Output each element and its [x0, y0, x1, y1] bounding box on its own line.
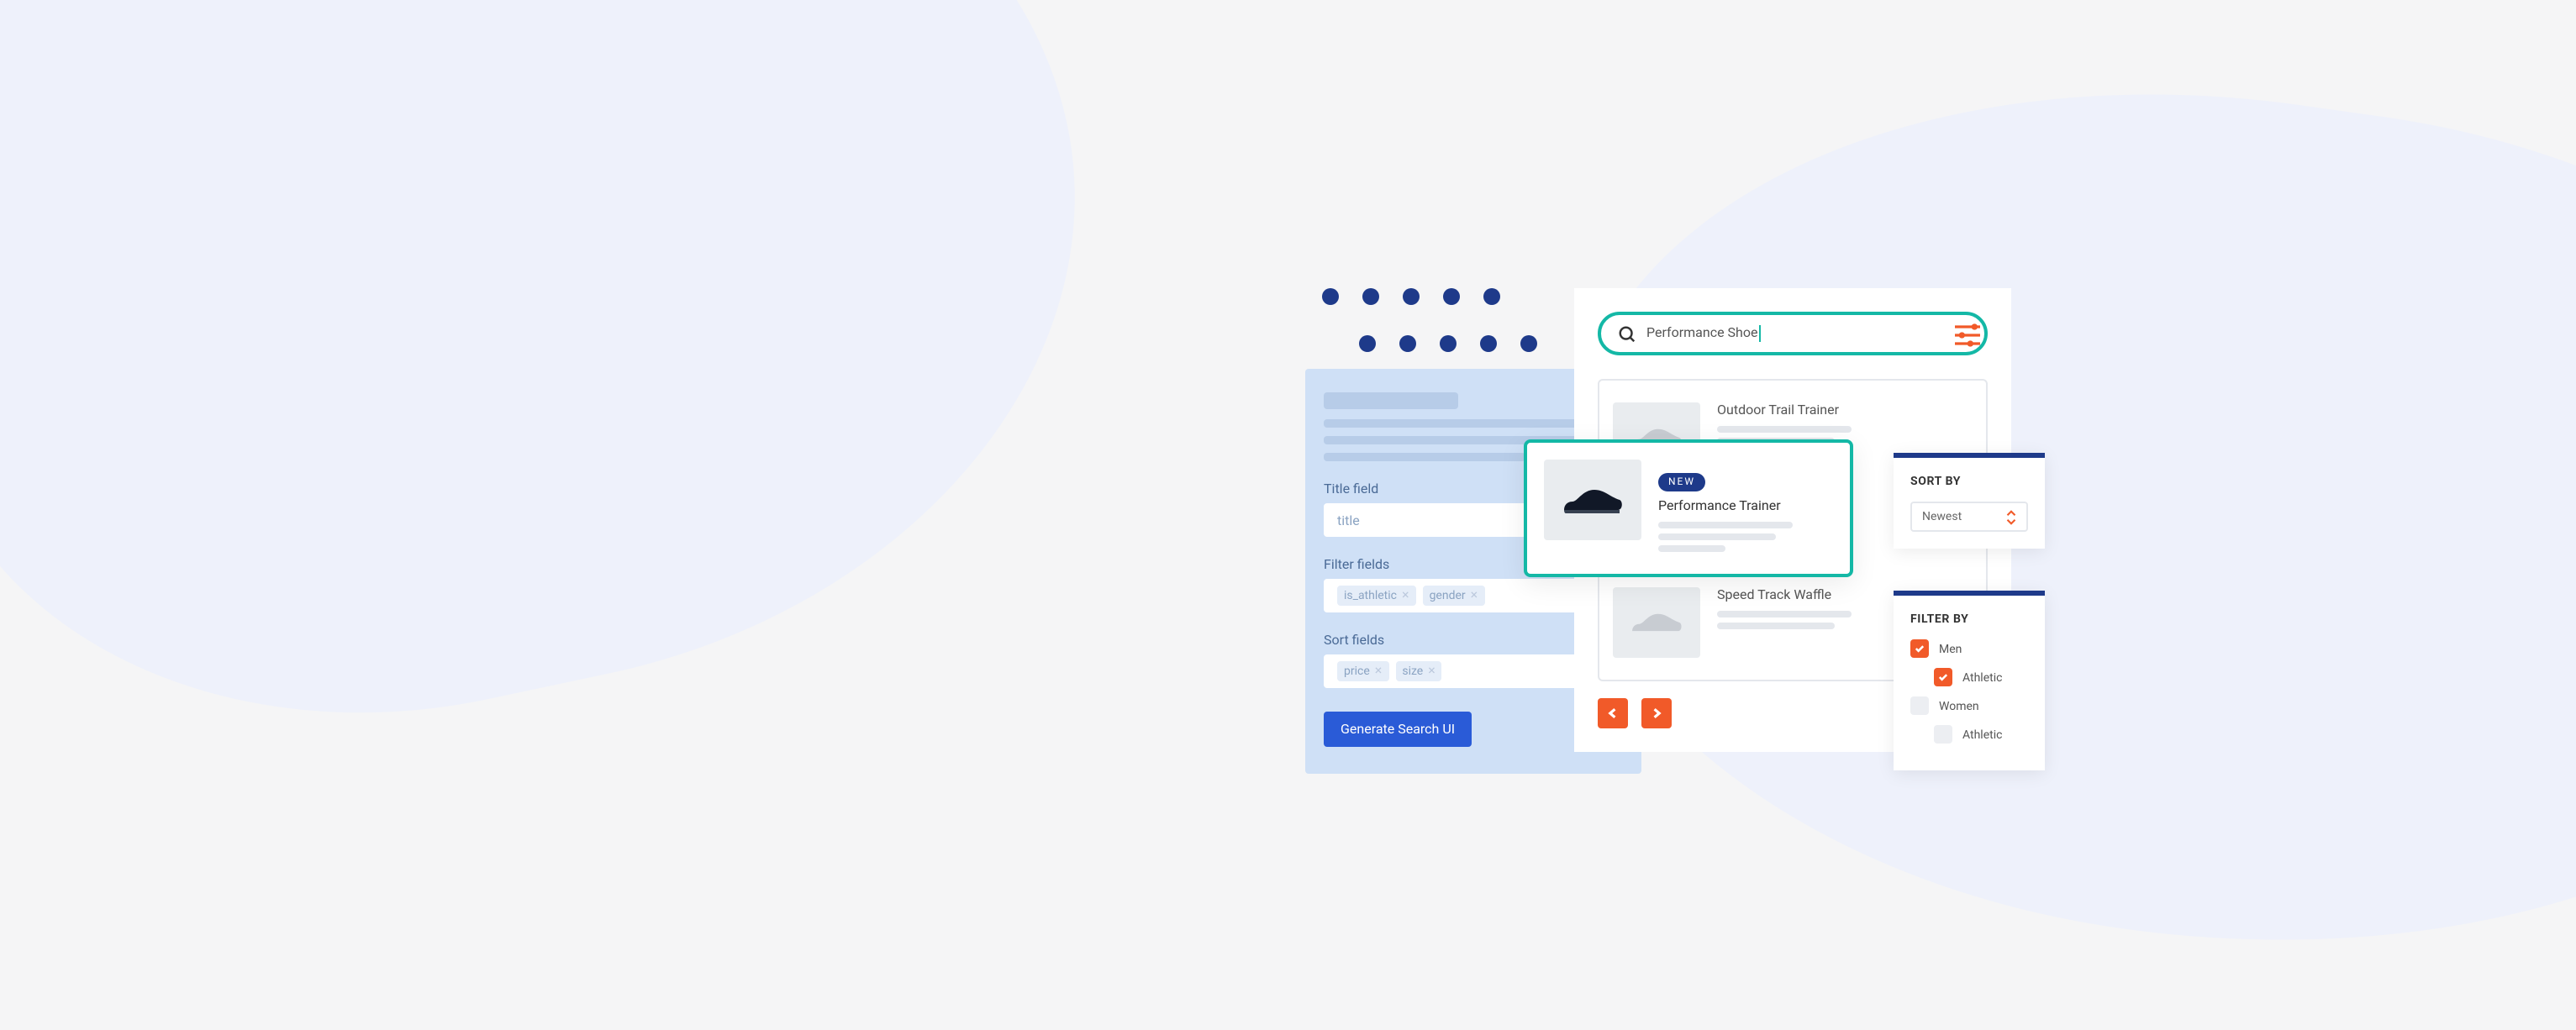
sort-select[interactable]: Newest: [1910, 502, 2028, 532]
chevron-right-icon: [1650, 707, 1663, 720]
placeholder-bar: [1658, 545, 1725, 552]
filter-label: Athletic: [1962, 728, 2002, 741]
sort-header: SORT BY: [1910, 475, 2028, 488]
decor-dots-top: [1322, 288, 1500, 305]
checkbox-unchecked[interactable]: [1910, 696, 1929, 715]
filter-option[interactable]: Athletic: [1934, 725, 2028, 744]
decor-dots-mid: [1359, 335, 1537, 352]
filter-tag[interactable]: gender×: [1422, 586, 1484, 606]
filter-panel: FILTER BY Men Athletic Women Athletic: [1894, 591, 2045, 770]
search-icon: [1618, 324, 1636, 343]
search-input[interactable]: Performance Shoe: [1598, 312, 1988, 355]
featured-result-card[interactable]: NEW Performance Trainer: [1524, 439, 1853, 577]
placeholder-bar: [1717, 426, 1852, 433]
tag-remove-icon[interactable]: ×: [1470, 589, 1478, 602]
next-page-button[interactable]: [1641, 698, 1672, 728]
checkbox-checked[interactable]: [1910, 639, 1929, 658]
filter-sliders-icon[interactable]: [1951, 318, 1984, 352]
sort-tag[interactable]: price×: [1337, 661, 1388, 681]
product-thumbnail: [1544, 460, 1641, 540]
checkbox-unchecked[interactable]: [1934, 725, 1952, 744]
sort-tag[interactable]: size×: [1395, 661, 1441, 681]
result-title: Performance Trainer: [1658, 498, 1833, 513]
tag-remove-icon[interactable]: ×: [1428, 665, 1436, 678]
filter-option[interactable]: Athletic: [1934, 668, 2028, 686]
placeholder-bar: [1658, 522, 1793, 528]
sort-selected-value: Newest: [1922, 510, 1962, 523]
placeholder-bar: [1324, 392, 1458, 409]
filter-header: FILTER BY: [1910, 612, 2028, 626]
product-thumbnail: [1613, 587, 1700, 658]
shoe-icon: [1628, 604, 1685, 641]
sort-stepper-icon: [2006, 509, 2016, 524]
filter-label: Women: [1939, 699, 1979, 712]
placeholder-bar: [1324, 453, 1525, 461]
placeholder-bar: [1658, 533, 1776, 540]
placeholder-bar: [1717, 623, 1835, 629]
result-title: Outdoor Trail Trainer: [1717, 402, 1973, 418]
tag-remove-icon[interactable]: ×: [1402, 589, 1409, 602]
filter-option[interactable]: Men: [1910, 639, 2028, 658]
tag-remove-icon[interactable]: ×: [1374, 665, 1382, 678]
search-query-text: Performance Shoe: [1646, 325, 1968, 342]
chevron-left-icon: [1606, 707, 1620, 720]
placeholder-bar: [1717, 611, 1852, 617]
new-badge: NEW: [1658, 473, 1705, 491]
title-field-value: title: [1337, 512, 1360, 528]
generate-search-ui-button[interactable]: Generate Search UI: [1324, 712, 1472, 747]
filter-label: Men: [1939, 642, 1962, 655]
prev-page-button[interactable]: [1598, 698, 1628, 728]
sort-panel: SORT BY Newest: [1894, 453, 2045, 549]
shoe-icon: [1559, 478, 1626, 522]
filter-tag[interactable]: is_athletic×: [1337, 586, 1416, 606]
filter-label: Athletic: [1962, 670, 2002, 684]
filter-option[interactable]: Women: [1910, 696, 2028, 715]
checkbox-checked[interactable]: [1934, 668, 1952, 686]
